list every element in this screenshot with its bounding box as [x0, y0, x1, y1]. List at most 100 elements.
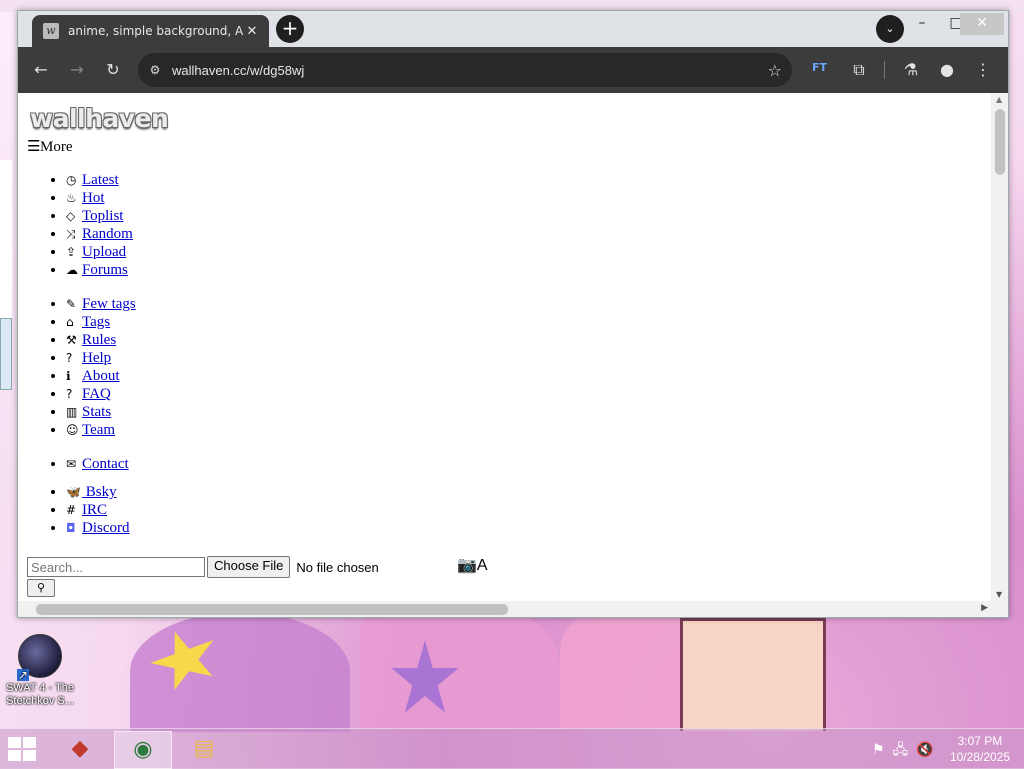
nav-link-about[interactable]: About — [82, 368, 120, 384]
nav-link-toplist[interactable]: Toplist — [82, 208, 123, 224]
diamond-icon: ◇ — [66, 209, 76, 223]
nav-link-random[interactable]: Random — [82, 226, 133, 242]
list-item: ◇ Toplist — [66, 207, 133, 225]
forward-arrow-icon[interactable]: → — [66, 59, 88, 81]
wallpaper-art — [130, 612, 350, 732]
help-icon: ? — [66, 351, 73, 365]
nav-link-team[interactable]: Team — [82, 422, 115, 438]
list-item: ? Help — [66, 349, 136, 367]
clock-date: 10/28/2025 — [949, 750, 1010, 764]
nav-link-rules[interactable]: Rules — [82, 332, 116, 348]
search-button[interactable]: ⚲ — [27, 579, 55, 597]
list-item: ▥ Stats — [66, 403, 136, 421]
list-item: ⚒ Rules — [66, 331, 136, 349]
flask-icon[interactable]: ⚗ — [900, 59, 922, 81]
address-bar[interactable]: ⚙ wallhaven.cc/w/dg58wj ☆ — [138, 53, 792, 87]
close-icon[interactable]: ✕ — [243, 24, 261, 39]
wallpaper-art — [680, 618, 826, 731]
nav-link-stats[interactable]: Stats — [82, 404, 111, 420]
faq-icon: ? — [66, 387, 73, 401]
discord-icon: ◘ — [66, 521, 76, 535]
window-close-button[interactable]: ✕ — [960, 13, 1004, 35]
more-menu-toggle[interactable]: ☰More — [27, 137, 73, 156]
volume-muted-icon[interactable]: 🔇 — [916, 742, 933, 758]
site-logo[interactable]: wallhaven — [30, 104, 169, 133]
horizontal-scrollbar[interactable]: ▶ — [18, 601, 1008, 617]
horizontal-scroll-thumb[interactable] — [36, 604, 508, 615]
nav-link-upload[interactable]: Upload — [82, 244, 126, 260]
list-item: ⤨ Random — [66, 225, 133, 243]
desktop-shortcut-swat4[interactable]: SWAT 4 - The Stetchkov S... — [2, 632, 78, 708]
file-status-text: No file chosen — [296, 559, 379, 575]
scroll-down-icon[interactable]: ▼ — [996, 590, 1002, 599]
list-item: ⌂ Tags — [66, 313, 136, 331]
tab-title: anime, simple background, Asta — [68, 24, 243, 38]
nav-link-bsky[interactable]: Bsky — [82, 484, 117, 500]
back-arrow-icon[interactable]: ← — [30, 59, 52, 81]
mail-icon: ✉ — [66, 457, 77, 471]
kebab-menu-icon[interactable]: ⋮ — [972, 59, 994, 81]
bluesky-icon: 🦋 — [66, 485, 81, 499]
nav-social-list: 🦋 Bsky # IRC ◘ Discord — [48, 483, 130, 537]
nav-link-help[interactable]: Help — [82, 350, 111, 366]
file-explorer-icon[interactable]: ▤ — [176, 731, 232, 767]
chrome-icon[interactable]: ◉ — [114, 731, 172, 769]
search-input[interactable] — [27, 557, 205, 577]
choose-file-button[interactable]: Choose File — [207, 556, 291, 578]
irc-icon: # — [66, 503, 77, 517]
text-search-label: A — [476, 557, 488, 574]
page-viewport: wallhaven ☰More ◷ Latest ♨ Hot ◇ Toplist ⤨ R… — [18, 93, 1008, 617]
site-settings-icon[interactable]: ⚙ — [146, 63, 164, 77]
scroll-up-icon[interactable]: ▲ — [996, 95, 1002, 104]
list-item: # IRC — [66, 501, 130, 519]
nav-link-irc[interactable]: IRC — [82, 502, 107, 518]
background-window-edge — [0, 318, 12, 390]
browser-toolbar: ← → ↻ ⚙ wallhaven.cc/w/dg58wj ☆ FT ⧉ ⚗ ●… — [18, 47, 1008, 93]
nav-link-faq[interactable]: FAQ — [82, 386, 111, 402]
team-icon: ☺ — [66, 423, 79, 437]
nav-link-latest[interactable]: Latest — [82, 172, 119, 188]
vertical-scrollbar[interactable]: ▲ ▼ — [991, 93, 1008, 601]
list-item: ♨ Hot — [66, 189, 133, 207]
clock-icon: ◷ — [66, 173, 77, 187]
camera-icon: 📷 — [457, 557, 477, 574]
new-tab-button[interactable]: + — [276, 15, 304, 43]
system-clock[interactable]: 3:07 PM 10/28/2025 — [950, 733, 1010, 765]
nav-link-discord[interactable]: Discord — [82, 520, 130, 536]
nav-link-forums[interactable]: Forums — [82, 262, 128, 278]
list-item: ℹ About — [66, 367, 136, 385]
nav-contact-list: ✉ Contact — [48, 455, 129, 473]
tag-edit-icon: ✎ — [66, 297, 77, 311]
taskbar-app-icon[interactable]: ◆ — [52, 731, 108, 767]
bookmark-star-icon[interactable]: ☆ — [768, 61, 782, 80]
minimize-button[interactable]: – — [900, 13, 944, 35]
list-item: ⇪ Upload — [66, 243, 133, 261]
list-item: ☺Team — [66, 421, 136, 439]
nav-link-tags[interactable]: Tags — [82, 314, 110, 330]
extension-ft-icon[interactable]: FT — [812, 61, 827, 74]
nav-link-contact[interactable]: Contact — [82, 456, 129, 472]
nav-link-few-tags[interactable]: Few tags — [82, 296, 136, 312]
wallhaven-favicon: w — [43, 23, 59, 39]
scroll-right-icon[interactable]: ▶ — [981, 603, 988, 613]
stats-icon: ▥ — [66, 405, 78, 419]
reload-icon[interactable]: ↻ — [102, 59, 124, 81]
info-icon: ℹ — [66, 369, 71, 383]
url-text[interactable]: wallhaven.cc/w/dg58wj — [172, 63, 304, 78]
list-item: 🦋 Bsky — [66, 483, 130, 501]
tab-active[interactable]: w anime, simple background, Asta ✕ — [32, 15, 269, 47]
flag-icon[interactable]: ⚑ — [872, 742, 885, 758]
toolbar-separator — [884, 61, 885, 79]
image-search-button[interactable]: 📷A — [457, 555, 488, 575]
extensions-puzzle-icon[interactable]: ⧉ — [848, 59, 870, 81]
network-icon[interactable]: 🖧 — [893, 742, 909, 758]
nav-link-hot[interactable]: Hot — [82, 190, 105, 206]
list-item: ◷ Latest — [66, 171, 133, 189]
vertical-scroll-thumb[interactable] — [995, 109, 1005, 175]
nav-main-list: ◷ Latest ♨ Hot ◇ Toplist ⤨ Random ⇪ Upload ☁ F… — [48, 171, 133, 279]
profile-icon[interactable]: ● — [936, 59, 958, 81]
wallpaper-art — [360, 610, 560, 728]
forums-icon: ☁ — [66, 263, 78, 277]
nav-info-list: ✎ Few tags ⌂ Tags ⚒ Rules ? Help ℹ About ? FAQ… — [48, 295, 136, 439]
windows-start-icon[interactable] — [8, 737, 38, 761]
